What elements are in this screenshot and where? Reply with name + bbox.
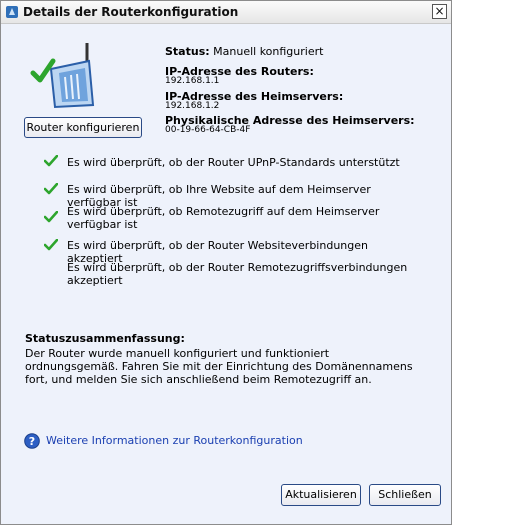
more-info-link[interactable]: Weitere Informationen zur Routerkonfigur… <box>46 434 303 447</box>
check-icon <box>44 211 58 223</box>
server-ip-value: 192.168.1.2 <box>165 101 220 111</box>
check-icon <box>44 183 58 195</box>
summary-heading: Statuszusammenfassung: <box>25 332 185 345</box>
window-title: Details der Routerkonfiguration <box>23 5 239 19</box>
router-icon <box>30 43 95 109</box>
check-item-remote-connections: Es wird überprüft, ob der Router Remotez… <box>67 261 408 287</box>
status-line: Status: Manuell konfiguriert <box>165 45 323 58</box>
refresh-button-label: Aktualisieren <box>285 488 357 501</box>
status-label: Status: <box>165 45 210 58</box>
router-ip-value: 192.168.1.1 <box>165 76 220 86</box>
app-icon <box>6 6 18 18</box>
router-config-dialog: Details der Routerkonfiguration × Router… <box>0 0 452 525</box>
check-icon <box>44 239 58 251</box>
close-button[interactable]: Schließen <box>369 484 441 506</box>
check-item-upnp: Es wird überprüft, ob der Router UPnP-St… <box>67 156 400 169</box>
refresh-button[interactable]: Aktualisieren <box>281 484 361 506</box>
close-button-label: Schließen <box>378 488 432 501</box>
mac-address-value: 00-19-66-64-CB-4F <box>165 125 251 135</box>
close-window-button[interactable]: × <box>432 4 447 19</box>
help-icon[interactable]: ? <box>24 433 40 449</box>
title-bar: Details der Routerkonfiguration × <box>1 1 451 24</box>
svg-text:?: ? <box>29 435 35 448</box>
summary-text: Der Router wurde manuell konfiguriert un… <box>25 347 413 386</box>
check-item-remote-access: Es wird überprüft, ob Remotezugriff auf … <box>67 205 380 231</box>
configure-router-button[interactable]: Router konfigurieren <box>24 117 142 138</box>
check-icon <box>44 155 58 167</box>
status-value: Manuell konfiguriert <box>213 45 324 58</box>
configure-router-label: Router konfigurieren <box>26 121 140 134</box>
